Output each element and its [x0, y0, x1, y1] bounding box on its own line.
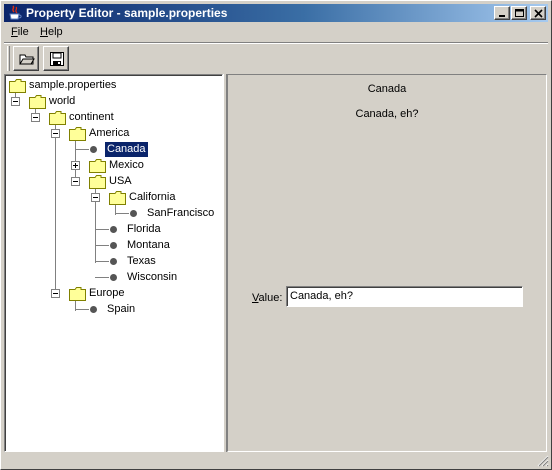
property-tree[interactable]: sample.properties world continent Americ… [4, 74, 223, 452]
leaf-node-icon [110, 274, 117, 281]
tree-node-label: SanFrancisco [147, 207, 215, 219]
tree-line [55, 125, 56, 295]
property-name: Canada [367, 83, 407, 95]
menu-help-mnemonic: H [40, 26, 48, 38]
tree-node-label: Mexico [109, 159, 144, 171]
toolbar-grip[interactable] [7, 46, 10, 71]
collapse-toggle[interactable] [31, 113, 40, 122]
value-label-text: alue: [258, 292, 283, 304]
tree-node-label: Canada [105, 142, 148, 157]
folder-icon [109, 191, 126, 205]
folder-icon [69, 287, 86, 301]
tree-line [95, 229, 109, 230]
tree-line [95, 277, 109, 278]
tree-line [75, 309, 89, 310]
close-icon [534, 9, 543, 18]
property-value-display: Canada, eh? [355, 108, 419, 120]
tree-line [95, 245, 109, 246]
collapse-toggle[interactable] [51, 129, 60, 138]
toolbar-separator [4, 42, 548, 44]
value-label: Value: [252, 292, 282, 304]
expand-toggle[interactable] [71, 161, 80, 170]
menu-help[interactable]: Help [37, 26, 66, 38]
leaf-node-icon [110, 226, 117, 233]
folder-icon [89, 175, 106, 189]
collapse-toggle[interactable] [11, 97, 20, 106]
collapse-toggle[interactable] [71, 177, 80, 186]
collapse-toggle[interactable] [91, 193, 100, 202]
folder-icon [89, 159, 106, 173]
menu-help-label: elp [47, 26, 63, 38]
tree-node-label: continent [69, 111, 114, 123]
tree-node-label: Texas [127, 255, 156, 267]
tree-node-label: California [129, 191, 176, 203]
folder-icon [9, 79, 26, 93]
leaf-node-icon [130, 210, 137, 217]
tree-node-label: USA [109, 175, 132, 187]
tree-line [75, 149, 89, 150]
tree-node-label: world [49, 95, 76, 107]
tree-node-label: America [89, 127, 130, 139]
leaf-node-icon [110, 242, 117, 249]
open-folder-icon [19, 54, 35, 65]
collapse-toggle[interactable] [51, 289, 60, 298]
open-button[interactable] [13, 46, 39, 71]
property-editor-window: Property Editor - sample.properties File… [0, 0, 552, 470]
folder-icon [49, 111, 66, 125]
window-title: Property Editor - sample.properties [26, 6, 228, 20]
tree-node-label: Florida [127, 223, 161, 235]
leaf-node-icon [90, 146, 97, 153]
tree-node-label: Europe [89, 287, 125, 299]
leaf-node-icon [110, 258, 117, 265]
tree-line [115, 213, 129, 214]
tree-line [95, 261, 109, 262]
leaf-node-icon [90, 306, 97, 313]
tree-node-label: Montana [127, 239, 170, 251]
save-disk-icon [50, 52, 64, 66]
tree-node-label: sample.properties [29, 79, 117, 91]
menu-file[interactable]: File [8, 26, 32, 38]
minimize-icon [499, 15, 505, 17]
folder-icon [69, 127, 86, 141]
property-detail-panel: Canada Canada, eh? Value: Canada, eh? [227, 74, 547, 452]
save-button[interactable] [43, 46, 69, 71]
java-cup-icon [9, 5, 22, 20]
folder-icon [29, 95, 46, 109]
close-button[interactable] [530, 6, 546, 20]
tree-node-label: Spain [107, 303, 136, 315]
title-bar[interactable]: Property Editor - sample.properties [4, 4, 548, 22]
resize-grip-icon[interactable] [537, 455, 549, 467]
maximize-button[interactable] [511, 6, 527, 20]
menu-file-mnemonic: F [11, 26, 18, 38]
value-input[interactable]: Canada, eh? [286, 286, 523, 307]
menu-file-label: ile [17, 26, 29, 38]
maximize-icon [515, 9, 524, 17]
tree-node-label: Wisconsin [127, 271, 178, 283]
menu-bar: File Help [4, 24, 548, 42]
minimize-button[interactable] [494, 6, 510, 20]
